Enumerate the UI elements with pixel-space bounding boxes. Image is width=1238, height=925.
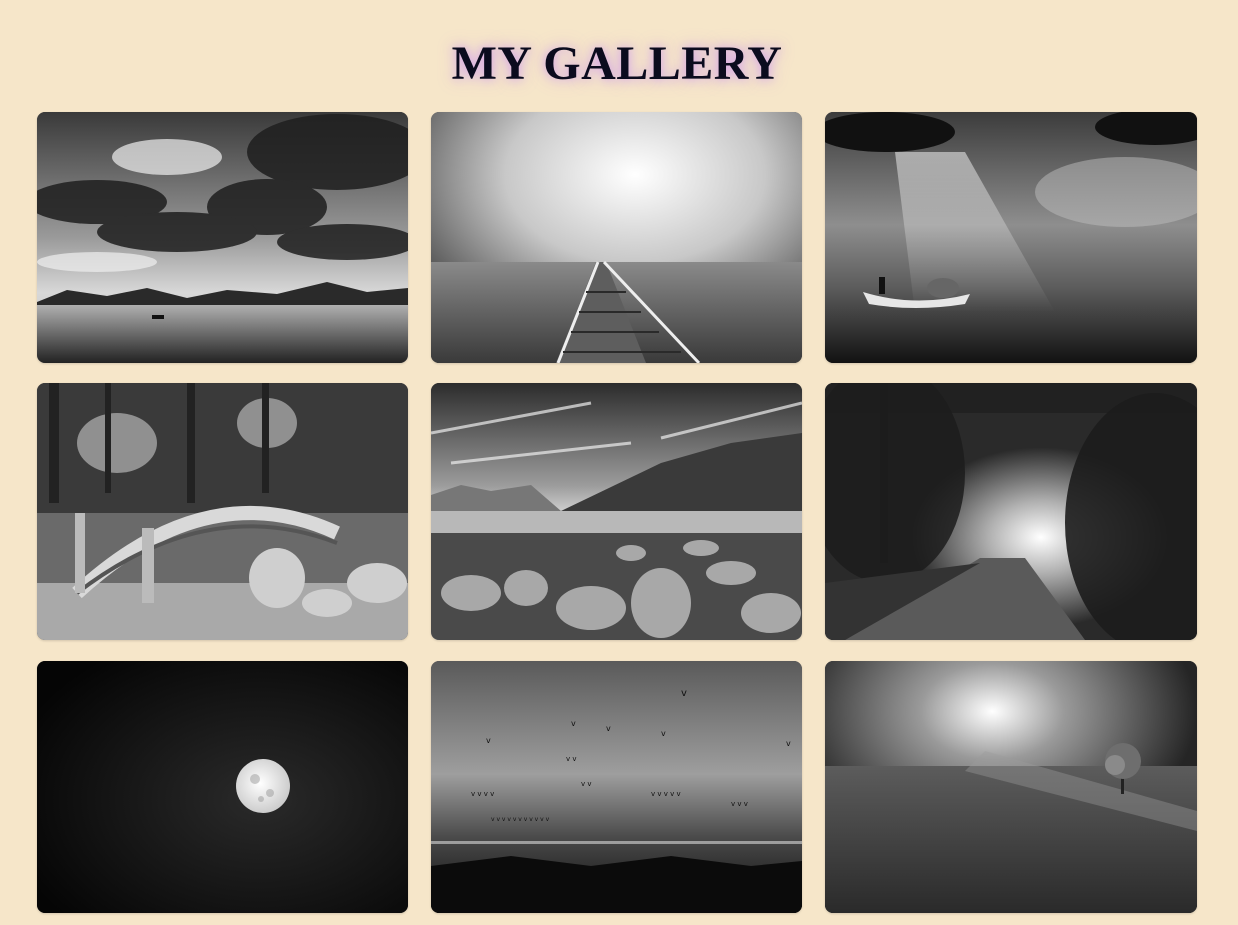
gallery-image-forest-path[interactable] (825, 383, 1197, 640)
gallery-image-full-moon[interactable] (37, 661, 408, 913)
gallery-image-railway[interactable] (431, 112, 802, 363)
svg-text:v v: v v (566, 755, 577, 763)
gallery-image-wooden-bridge[interactable] (37, 383, 408, 640)
svg-text:v: v (661, 729, 666, 738)
svg-text:v v v: v v v (731, 800, 748, 808)
svg-text:v: v (681, 688, 687, 699)
svg-text:v v v v v: v v v v v (651, 790, 681, 798)
gallery-image-lone-tree[interactable] (825, 661, 1197, 913)
gallery-image-boat-in-mist[interactable] (825, 112, 1197, 363)
svg-text:v: v (571, 719, 576, 728)
svg-text:v: v (786, 739, 791, 748)
svg-text:v: v (486, 736, 491, 745)
gallery-image-rocky-shore[interactable] (431, 383, 802, 640)
gallery-title: MY GALLERY (451, 37, 783, 90)
svg-text:v v v v: v v v v (471, 790, 494, 798)
svg-text:v v: v v (581, 780, 592, 788)
gallery-image-birds-at-sunset[interactable]: v v v v v v v v v v v v v v v v v v v v … (431, 661, 802, 913)
svg-text:v v v v v v v v v v v: v v v v v v v v v v v (491, 816, 550, 823)
svg-text:v: v (606, 724, 611, 733)
gallery-image-cloudy-lake[interactable] (37, 112, 408, 363)
